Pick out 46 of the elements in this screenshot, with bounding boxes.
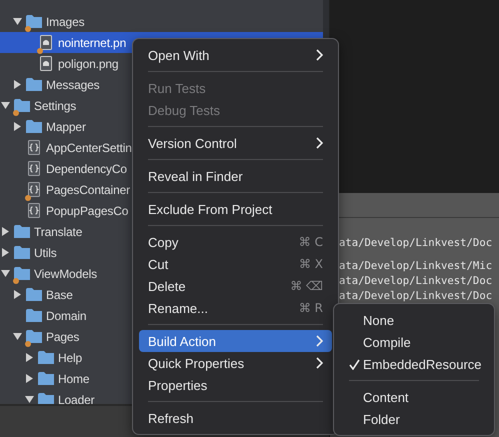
file-name: PopupPagesCo <box>46 204 128 218</box>
shortcut-label: ⌘ R <box>298 301 323 315</box>
file-name: Settings <box>34 98 76 112</box>
menu-label: Debug Tests <box>148 102 222 118</box>
file-name: poligon.png <box>58 56 118 70</box>
log-line: ata/Develop/Linkvest/Doc <box>339 274 494 289</box>
menu-label: Compile <box>363 334 412 350</box>
file-name: Help <box>58 350 82 364</box>
file-name: PagesContainer <box>46 182 130 196</box>
menu-label: Folder <box>363 412 401 426</box>
file-name: Translate <box>34 224 82 238</box>
file-name: Mapper <box>46 120 86 134</box>
menu-label: Refresh <box>148 410 195 426</box>
shortcut-label: ⌘ ⌫ <box>290 279 323 293</box>
file-name: ViewModels <box>34 266 97 280</box>
shortcut-label: ⌘ C <box>298 235 323 249</box>
file-name: Loader <box>58 392 94 404</box>
menu-label: None <box>363 312 396 328</box>
file-name: Messages <box>46 78 100 92</box>
file-name: nointernet.pn <box>58 36 126 50</box>
log-line: ata/Develop/Linkvest/Doc <box>339 289 494 304</box>
menu-label: Content <box>363 390 410 404</box>
file-name: Base <box>46 288 73 302</box>
menu-label: Reveal in Finder <box>148 168 244 184</box>
menu-label: Delete <box>148 278 187 294</box>
menu-label: Run Tests <box>148 80 207 96</box>
menu-label: EmbeddedResource <box>363 356 482 372</box>
menu-label: Version Control <box>148 136 238 150</box>
menu-label: Exclude From Project <box>148 202 274 216</box>
menu-label: Properties <box>148 378 208 392</box>
log-line: ata/Develop/Linkvest/Mic <box>339 259 494 274</box>
menu-label: Cut <box>148 256 170 272</box>
file-name: Domain <box>46 308 86 322</box>
log-line: ata/Develop/Linkvest/Doc <box>339 236 494 251</box>
file-name: Home <box>58 372 90 386</box>
shortcut-label: ⌘ X <box>298 257 323 271</box>
file-name: Utils <box>34 246 57 260</box>
menu-label: Quick Properties <box>148 356 246 370</box>
file-name: DependencyCo <box>46 162 127 176</box>
file-name: Images <box>46 14 84 28</box>
file-name: Pages <box>46 330 80 344</box>
menu-label: Open With <box>148 48 210 62</box>
menu-label: Copy <box>148 234 180 250</box>
menu-label: Rename... <box>148 300 209 316</box>
file-name: AppCenterSettin <box>46 140 132 154</box>
menu-label: Build Action <box>148 334 217 348</box>
